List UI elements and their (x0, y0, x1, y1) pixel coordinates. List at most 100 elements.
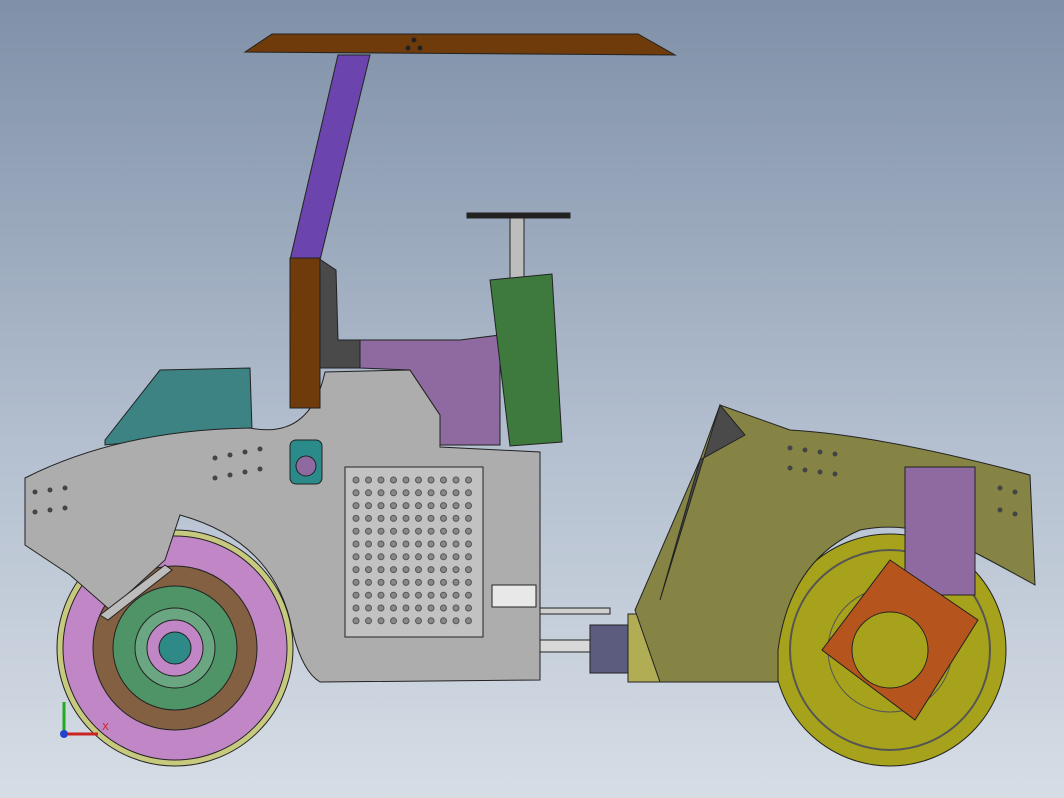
grille-hole (465, 617, 472, 625)
grille-hole (402, 617, 410, 625)
grille-hole (402, 578, 410, 586)
grille-hole (452, 553, 460, 561)
grille-hole (415, 502, 422, 510)
grille-hole (465, 604, 472, 612)
rivet (997, 485, 1003, 491)
rivet (62, 505, 68, 511)
grille-hole (452, 514, 460, 522)
rivet (62, 485, 68, 491)
seat-back (289, 257, 321, 409)
grille-hole (415, 553, 422, 561)
grille-hole (377, 476, 385, 484)
grille-hole (465, 527, 472, 535)
grille-hole (427, 578, 435, 586)
grille-hole (390, 514, 397, 522)
grille-hole (427, 527, 435, 535)
grille-hole (452, 489, 460, 497)
rivet (997, 507, 1003, 513)
grille-hole (452, 540, 460, 548)
grille-hole (465, 514, 472, 522)
grille-hole (427, 514, 435, 522)
rivet (32, 509, 38, 515)
rivet (47, 507, 53, 513)
grille-hole (352, 578, 360, 586)
grille-hole (365, 476, 372, 484)
grille-hole (352, 476, 360, 484)
grille-hole (377, 514, 385, 522)
grille-hole (440, 476, 447, 484)
grille-hole (402, 527, 410, 535)
grille-hole (402, 604, 410, 612)
grille-hole (465, 489, 472, 497)
grille-hole (390, 553, 397, 561)
rivet (227, 472, 233, 478)
grille-hole (402, 514, 410, 522)
grille-hole (427, 540, 435, 548)
cad-viewport[interactable]: X (0, 0, 1064, 798)
rivet (817, 449, 823, 455)
grille-hole (402, 566, 410, 574)
grille-hole (427, 553, 435, 561)
steering-column (489, 273, 563, 447)
rivet (1012, 489, 1018, 495)
grille-hole (390, 617, 397, 625)
grille-hole (465, 591, 472, 599)
grille-hole (377, 591, 385, 599)
grille-hole (415, 527, 422, 535)
grille-hole (352, 540, 360, 548)
grille-hole (452, 591, 460, 599)
grille-hole (390, 604, 397, 612)
grille-hole (452, 578, 460, 586)
grille-hole (365, 566, 372, 574)
steering-shaft (509, 217, 525, 279)
grille-hole (365, 489, 372, 497)
grille-hole (440, 604, 447, 612)
cad-model-drawing[interactable]: X (0, 0, 1064, 798)
grille-hole (465, 502, 472, 510)
rivet (212, 475, 218, 481)
rivet (32, 489, 38, 495)
grille-hole (402, 476, 410, 484)
grille-hole (440, 540, 447, 548)
grille-hole (377, 527, 385, 535)
grille-hole (352, 489, 360, 497)
rear-frame-plate (904, 466, 976, 596)
grille-hole (390, 476, 397, 484)
grille-hole (465, 566, 472, 574)
grille-hole (365, 540, 372, 548)
grille-hole (440, 578, 447, 586)
grille-hole (452, 527, 460, 535)
rivet (242, 449, 248, 455)
grille-hole (427, 604, 435, 612)
grille-hole (377, 489, 385, 497)
grille-hole (377, 578, 385, 586)
grille-hole (390, 578, 397, 586)
grille-hole (377, 502, 385, 510)
grille-hole (415, 591, 422, 599)
triad-x-label: X (102, 722, 109, 733)
grille-hole (415, 566, 422, 574)
rivet (802, 447, 808, 453)
steering-wheel (466, 212, 571, 219)
grille-hole (365, 604, 372, 612)
grille-hole (415, 617, 422, 625)
rivet (832, 451, 838, 457)
canopy-post (289, 54, 371, 261)
grille-hole (390, 540, 397, 548)
grille-hole (352, 553, 360, 561)
grille-hole (352, 604, 360, 612)
grille-hole (365, 591, 372, 599)
grille-hole (402, 591, 410, 599)
rivet (1012, 511, 1018, 517)
grille-hole (427, 617, 435, 625)
grille-hole (427, 489, 435, 497)
grille-hole (365, 502, 372, 510)
rivet (817, 469, 823, 475)
rivet (227, 452, 233, 458)
grille-hole (377, 566, 385, 574)
grille-hole (352, 566, 360, 574)
grille-hole (452, 604, 460, 612)
grille-hole (465, 540, 472, 548)
grille-hole (452, 476, 460, 484)
grille-hole (377, 553, 385, 561)
